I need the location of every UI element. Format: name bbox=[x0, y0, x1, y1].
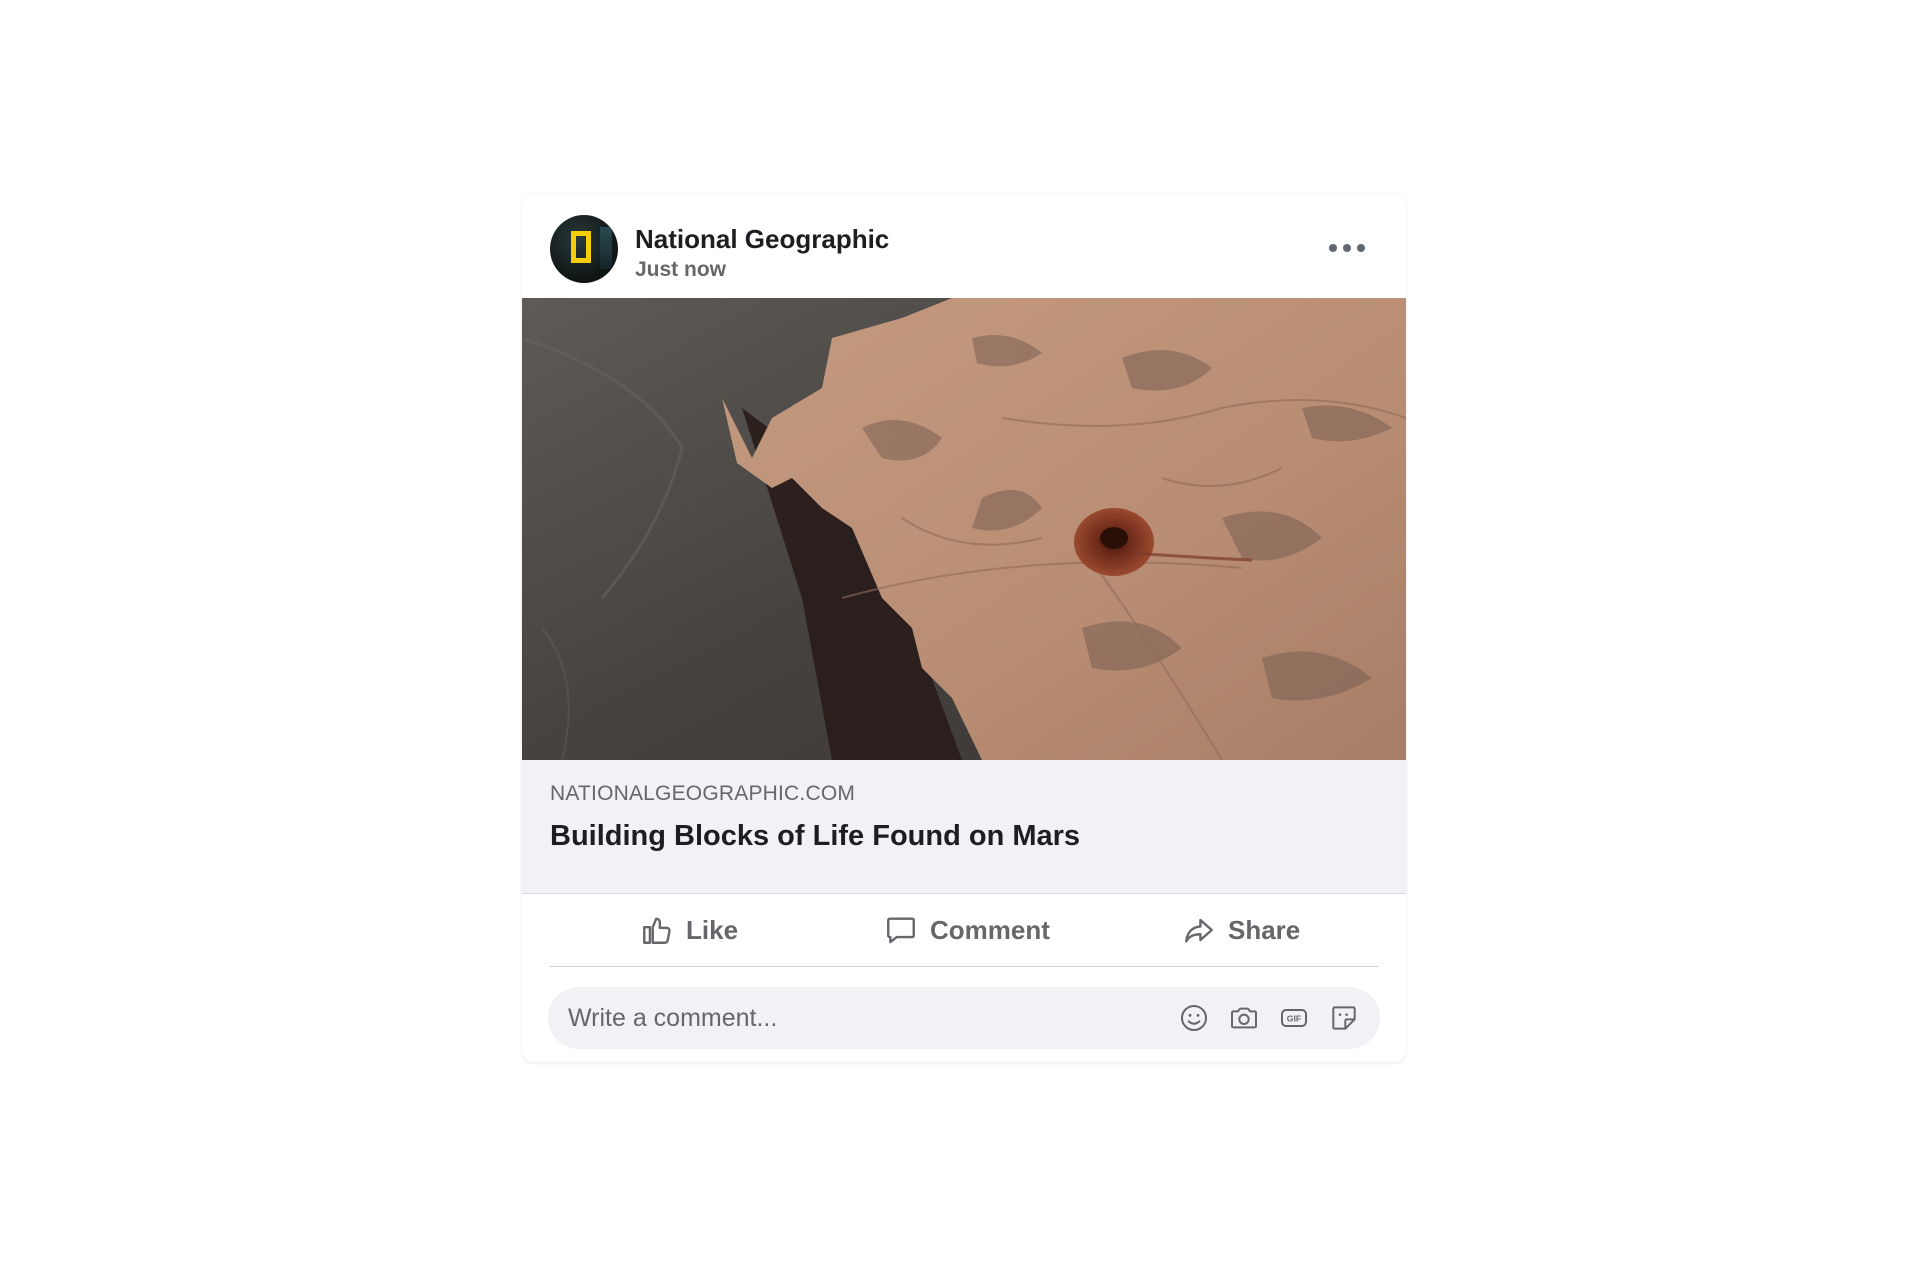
smiley-glyph bbox=[1181, 1005, 1207, 1031]
comment-bubble-icon bbox=[887, 917, 915, 944]
svg-text:GIF: GIF bbox=[1287, 1013, 1301, 1023]
more-dot bbox=[1343, 244, 1351, 252]
comment-button[interactable]: Comment bbox=[884, 894, 1050, 966]
more-dot bbox=[1357, 244, 1365, 252]
post-timestamp[interactable]: Just now bbox=[635, 258, 726, 282]
sticker-glyph bbox=[1332, 1006, 1356, 1030]
post-card: National Geographic Just now NATIONALGEO… bbox=[522, 194, 1406, 1062]
sticker-icon[interactable] bbox=[1328, 1002, 1360, 1034]
natgeo-logo-icon bbox=[571, 231, 591, 263]
share-arrow-icon bbox=[1185, 918, 1213, 943]
avatar-background bbox=[600, 227, 612, 269]
like-label: Like bbox=[686, 914, 739, 945]
comment-composer: GIF bbox=[548, 987, 1380, 1049]
link-domain: NATIONALGEOGRAPHIC.COM bbox=[550, 782, 856, 805]
smiley-icon[interactable] bbox=[1178, 1002, 1210, 1034]
more-options-button[interactable] bbox=[1322, 228, 1372, 268]
action-bar: Like Comment Share bbox=[550, 894, 1378, 967]
link-title[interactable]: Building Blocks of Life Found on Mars bbox=[550, 820, 1080, 853]
share-button[interactable]: Share bbox=[1182, 894, 1300, 966]
camera-icon[interactable] bbox=[1228, 1002, 1260, 1034]
camera-glyph bbox=[1231, 1007, 1257, 1029]
link-preview[interactable]: NATIONALGEOGRAPHIC.COM Building Blocks o… bbox=[522, 760, 1406, 894]
more-dots-icon bbox=[1329, 244, 1337, 252]
share-label: Share bbox=[1228, 914, 1301, 945]
like-button[interactable]: Like bbox=[640, 894, 738, 966]
mars-rock-photo bbox=[522, 298, 1406, 760]
comment-input[interactable] bbox=[568, 987, 1128, 1049]
gif-glyph: GIF bbox=[1281, 1009, 1307, 1027]
thumbs-up-icon bbox=[643, 917, 671, 944]
post-image[interactable] bbox=[522, 298, 1406, 760]
post-header: National Geographic Just now bbox=[522, 194, 1406, 298]
gif-icon[interactable]: GIF bbox=[1278, 1002, 1310, 1034]
comment-label: Comment bbox=[930, 914, 1050, 945]
page-name[interactable]: National Geographic bbox=[635, 224, 889, 255]
page-avatar[interactable] bbox=[550, 215, 618, 283]
